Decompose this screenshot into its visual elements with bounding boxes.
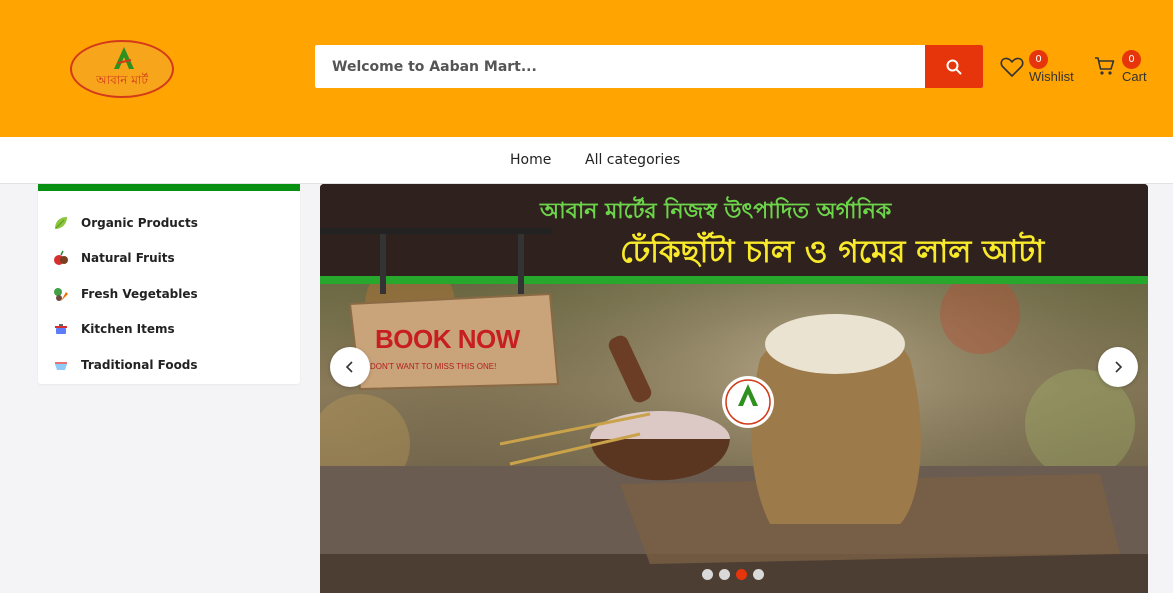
- search-bar: [315, 45, 983, 88]
- category-item-fresh-vegetables[interactable]: Fresh Vegetables: [52, 283, 198, 305]
- site-logo[interactable]: আবান মার্ট: [70, 40, 174, 98]
- leaf-icon: [52, 214, 70, 232]
- category-label: Natural Fruits: [81, 251, 175, 265]
- main-nav: Home All categories: [0, 137, 1173, 184]
- banner-headline-1: আবান মার্টের নিজস্ব উৎপাদিত অর্গানিক: [540, 199, 892, 224]
- category-item-kitchen-items[interactable]: Kitchen Items: [52, 318, 175, 340]
- wishlist-count-badge: 0: [1029, 50, 1048, 69]
- search-input[interactable]: [315, 45, 925, 88]
- site-header: আবান মার্ট 0 Wishlist 0 Cart: [0, 0, 1173, 137]
- category-item-natural-fruits[interactable]: Natural Fruits: [52, 247, 175, 269]
- category-label: Kitchen Items: [81, 322, 175, 336]
- category-label: Fresh Vegetables: [81, 287, 198, 301]
- category-label: Traditional Foods: [81, 358, 198, 372]
- nav-all-categories-link[interactable]: All categories: [585, 152, 680, 168]
- logo-mark-icon: [114, 47, 134, 69]
- kitchen-pot-icon: [52, 320, 70, 338]
- heart-icon: [1000, 57, 1024, 77]
- slider-dot[interactable]: [719, 569, 730, 580]
- category-item-organic-products[interactable]: Organic Products: [52, 212, 198, 234]
- vegetable-icon: [52, 285, 70, 303]
- hero-banner-slider: আবান মার্টের নিজস্ব উৎপাদিত অর্গানিক ঢেঁ…: [320, 184, 1148, 593]
- slider-dot[interactable]: [753, 569, 764, 580]
- category-sidebar: Organic Products Natural Fruits Fresh Ve…: [38, 184, 300, 384]
- category-label: Organic Products: [81, 216, 198, 230]
- search-icon: [946, 59, 962, 74]
- cart-label: Cart: [1122, 69, 1147, 84]
- fruit-icon: [52, 249, 70, 267]
- slider-next-button[interactable]: [1098, 347, 1138, 387]
- logo-text: আবান মার্ট: [96, 73, 148, 87]
- wishlist-label: Wishlist: [1029, 69, 1074, 84]
- nav-home-link[interactable]: Home: [510, 152, 551, 168]
- search-button[interactable]: [925, 45, 983, 88]
- category-item-traditional-foods[interactable]: Traditional Foods: [52, 354, 198, 376]
- banner-headline-2: ঢেঁকিছাঁটা চাল ও গমের লাল আটা: [620, 234, 1045, 270]
- banner-sign-subtext: DON'T WANT TO MISS THIS ONE!: [370, 362, 497, 371]
- slider-prev-button[interactable]: [330, 347, 370, 387]
- cart-icon: [1095, 57, 1115, 75]
- chevron-left-icon: [345, 361, 353, 373]
- wishlist-link[interactable]: 0 Wishlist: [1000, 50, 1080, 90]
- slider-dot[interactable]: [702, 569, 713, 580]
- traditional-food-icon: [52, 356, 70, 374]
- chevron-right-icon: [1115, 361, 1123, 373]
- cart-link[interactable]: 0 Cart: [1094, 50, 1154, 90]
- cart-count-badge: 0: [1122, 50, 1141, 69]
- banner-book-now-text: BOOK NOW: [375, 324, 520, 354]
- slider-pagination: [702, 569, 764, 580]
- slider-dot-active[interactable]: [736, 569, 747, 580]
